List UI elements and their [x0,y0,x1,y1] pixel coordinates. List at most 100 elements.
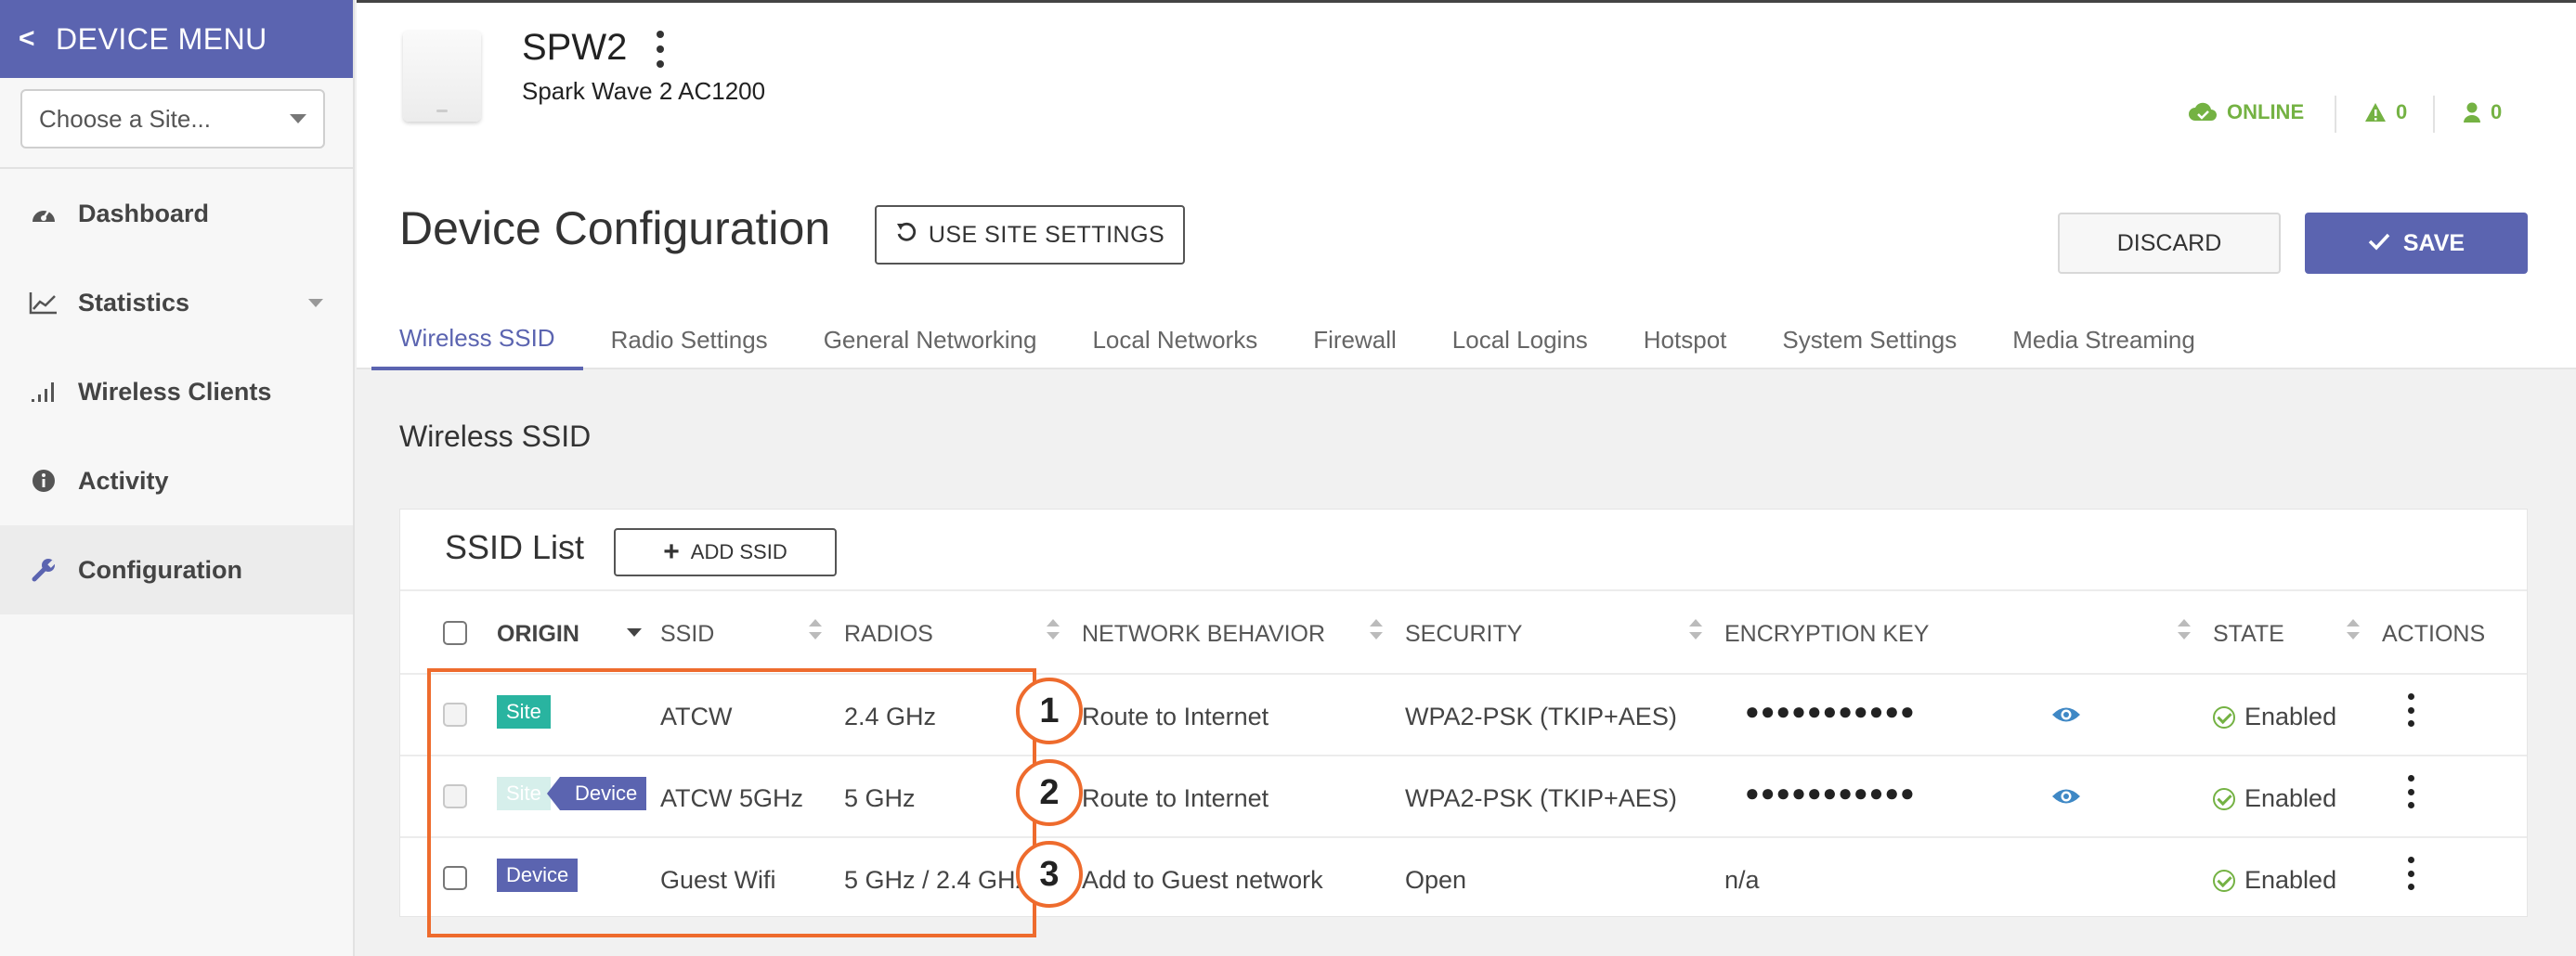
column-header-radios[interactable]: RADIOS [844,621,933,648]
tab-local-logins[interactable]: Local Logins [1425,309,1616,370]
site-select-placeholder: Choose a Site... [39,104,211,133]
annotation-number: 3 [1016,841,1083,908]
row-actions-icon[interactable] [2404,857,2417,890]
sort-desc-icon[interactable] [627,628,642,637]
check-icon [2368,230,2390,257]
check-circle-icon [2213,787,2235,810]
discard-button[interactable]: DISCARD [2058,213,2281,274]
encryption-key-value: ●●●●●●●●●●● [1745,779,1916,807]
sidebar-item-statistics[interactable]: Statistics [0,258,353,347]
online-status: ONLINE [2188,100,2304,124]
chevron-down-icon[interactable] [308,298,323,307]
column-header-security[interactable]: SECURITY [1405,621,1522,648]
section-title: Wireless SSID [399,420,592,453]
sort-icon[interactable] [1689,619,1702,645]
tab-system-settings[interactable]: System Settings [1754,309,1984,370]
sidebar-item-label: Statistics [78,288,190,317]
device-name: SPW2 [522,27,628,68]
device-more-options-icon[interactable] [654,31,667,68]
wrench-icon [28,554,59,586]
users-count-value: 0 [2491,100,2503,123]
sidebar-item-label: Dashboard [78,199,210,227]
security-value: WPA2-PSK (TKIP+AES) [1405,703,1677,730]
add-ssid-button[interactable]: + ADD SSID [614,528,837,576]
tab-hotspot[interactable]: Hotspot [1616,309,1755,370]
alerts-count-value: 0 [2396,100,2408,123]
add-ssid-label: ADD SSID [690,540,787,563]
tab-firewall[interactable]: Firewall [1285,309,1425,370]
use-site-settings-button[interactable]: USE SITE SETTINGS [875,205,1185,265]
column-header-network-behavior[interactable]: NETWORK BEHAVIOR [1082,621,1325,648]
sort-icon[interactable] [2178,619,2191,645]
column-header-state[interactable]: STATE [2213,621,2284,648]
check-circle-icon [2213,869,2235,892]
use-site-settings-label: USE SITE SETTINGS [928,221,1165,248]
table-header: ORIGIN SSID RADIOS NETWORK BEHAVIOR SECU… [400,589,2527,675]
device-menu-header[interactable]: < DEVICE MENU [0,0,353,78]
security-value: WPA2-PSK (TKIP+AES) [1405,784,1677,812]
annotation-number: 2 [1016,759,1083,826]
select-all-checkbox[interactable] [443,621,467,645]
site-select[interactable]: Choose a Site... [20,89,325,149]
dashboard-icon [28,198,59,229]
chevron-down-icon [290,114,306,123]
sidebar-item-configuration[interactable]: Configuration [0,525,353,614]
sidebar-item-wireless-clients[interactable]: Wireless Clients [0,347,353,436]
sort-icon[interactable] [1047,619,1060,645]
security-value: Open [1405,866,1467,894]
eye-icon[interactable] [2051,704,2081,730]
device-sidebar: < DEVICE MENU Choose a Site... Dashboard… [0,0,355,956]
column-header-ssid[interactable]: SSID [660,621,714,648]
eye-icon[interactable] [2051,786,2081,811]
annotation-highlight-box [427,668,1036,937]
encryption-key-value: ●●●●●●●●●●● [1745,697,1916,725]
config-tabs: Wireless SSID Radio Settings General Net… [371,309,2223,370]
line-chart-icon [28,287,59,318]
save-button[interactable]: SAVE [2305,213,2528,274]
sort-icon[interactable] [2347,619,2360,645]
row-actions-icon[interactable] [2404,775,2417,808]
state-label: Enabled [2244,866,2337,894]
device-header: SPW2 Spark Wave 2 AC1200 ONLINE 0 0 Devi… [357,3,2576,370]
sidebar-item-dashboard[interactable]: Dashboard [0,169,353,258]
annotation-number: 1 [1016,678,1083,744]
state-label: Enabled [2244,784,2337,812]
users-count[interactable]: 0 [2463,100,2502,124]
sidebar-item-activity[interactable]: Activity [0,436,353,525]
row-actions-icon[interactable] [2404,693,2417,727]
online-status-label: ONLINE [2227,100,2305,123]
state-enabled: Enabled [2213,784,2336,813]
warning-icon [2364,102,2387,123]
sort-icon[interactable] [809,619,822,645]
state-label: Enabled [2244,703,2337,730]
tab-local-networks[interactable]: Local Networks [1064,309,1285,370]
state-enabled: Enabled [2213,866,2336,895]
device-image [403,31,481,122]
save-label: SAVE [2402,229,2465,256]
column-header-actions: ACTIONS [2382,621,2486,647]
tab-general-networking[interactable]: General Networking [796,309,1065,370]
sidebar-item-label: Configuration [78,555,242,584]
page-title: Device Configuration [399,202,831,254]
sidebar-item-label: Activity [78,466,169,495]
device-model: Spark Wave 2 AC1200 [522,77,766,105]
column-header-encryption-key[interactable]: ENCRYPTION KEY [1724,621,1929,648]
device-menu-title: DEVICE MENU [56,21,267,56]
sort-icon[interactable] [1370,619,1383,645]
chevron-left-icon[interactable]: < [19,23,35,55]
tab-wireless-ssid[interactable]: Wireless SSID [371,309,583,370]
tab-media-streaming[interactable]: Media Streaming [1984,309,2223,370]
tab-radio-settings[interactable]: Radio Settings [583,309,796,370]
sidebar-item-label: Wireless Clients [78,377,272,406]
plus-icon: + [663,536,680,567]
network-behavior-value: Route to Internet [1082,784,1269,812]
user-icon [2463,101,2481,123]
info-icon [28,465,59,497]
state-enabled: Enabled [2213,703,2336,731]
ssid-list-title: SSID List [445,528,585,566]
column-header-origin[interactable]: ORIGIN [497,621,579,648]
sidebar-nav: Dashboard Statistics Wireless Clients Ac… [0,167,353,614]
cloud-check-icon [2188,102,2218,123]
alerts-count[interactable]: 0 [2364,100,2407,124]
signal-bars-icon [28,376,59,407]
